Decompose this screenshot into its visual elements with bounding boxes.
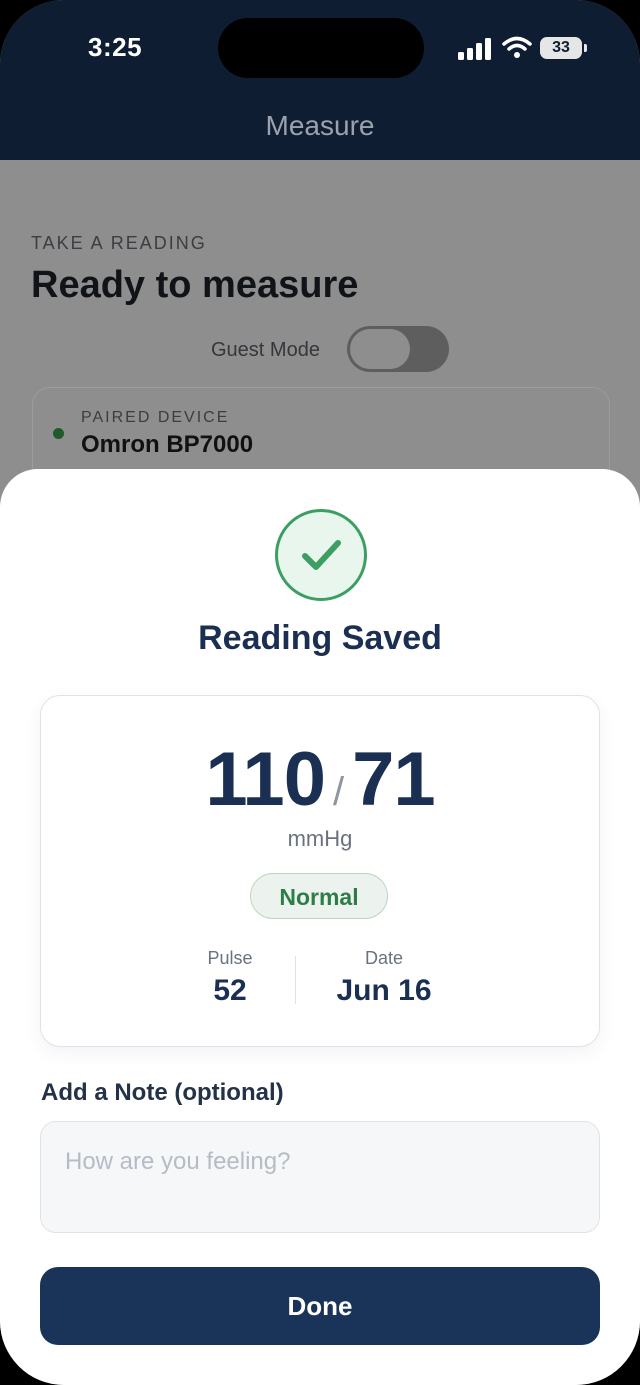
reading-card: 110/71 mmHg Normal Pulse 52 Date Jun 16	[40, 695, 600, 1047]
toggle-knob	[350, 329, 410, 369]
dynamic-island	[218, 18, 424, 78]
note-input[interactable]	[40, 1121, 600, 1233]
bp-separator: /	[332, 770, 345, 814]
reading-saved-sheet: Reading Saved 110/71 mmHg Normal Pulse 5…	[0, 469, 640, 1385]
phone-screen: 3:25 33 Measure TAKE A READING Ready to …	[0, 0, 640, 1385]
nav-title: Measure	[265, 110, 375, 141]
pulse-label: Pulse	[207, 948, 253, 968]
section-eyebrow: TAKE A READING	[31, 233, 207, 253]
sheet-title: Reading Saved	[198, 619, 442, 657]
guest-mode-toggle[interactable]	[347, 326, 449, 372]
connected-status-dot	[53, 428, 64, 439]
blood-pressure-value: 110/71	[41, 736, 599, 823]
done-button[interactable]: Done	[40, 1267, 600, 1345]
note-label: Add a Note (optional)	[41, 1079, 284, 1106]
status-time: 3:25	[88, 32, 143, 62]
cellular-signal-icon	[458, 38, 491, 60]
battery-icon: 33	[540, 37, 582, 59]
pulse-value: 52	[213, 974, 247, 1007]
diastolic-value: 71	[352, 737, 436, 822]
systolic-value: 110	[205, 737, 326, 822]
date-value: Jun 16	[336, 974, 432, 1007]
date-label: Date	[364, 948, 404, 968]
wifi-icon	[502, 36, 532, 58]
status-badge: Normal	[250, 873, 388, 919]
bp-unit: mmHg	[287, 826, 353, 851]
page-heading: Ready to measure	[31, 264, 359, 306]
top-bar: 3:25 33 Measure	[0, 0, 640, 160]
device-name: Omron BP7000	[81, 431, 254, 458]
success-check-icon	[275, 509, 367, 601]
device-eyebrow: PAIRED DEVICE	[81, 409, 230, 426]
guest-mode-label: Guest Mode	[211, 339, 320, 361]
battery-tip	[584, 44, 587, 52]
stat-divider	[295, 956, 296, 1004]
